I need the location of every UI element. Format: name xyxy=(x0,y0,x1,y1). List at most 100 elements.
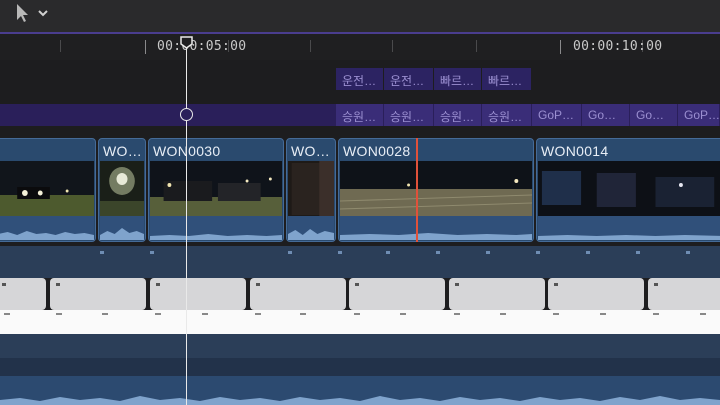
connected-clip[interactable]: Go… xyxy=(582,104,630,126)
title-clip-marker xyxy=(56,283,60,286)
connected-clip[interactable]: 승원… xyxy=(336,104,384,126)
caption-strip xyxy=(0,310,720,334)
marker xyxy=(536,251,540,254)
video-clip[interactable]: WON0030 xyxy=(148,138,284,242)
caption-mark xyxy=(4,313,10,315)
audio-track-lane[interactable] xyxy=(0,376,720,405)
connected-clip[interactable]: 운전… xyxy=(384,68,434,90)
caption-mark xyxy=(653,313,659,315)
caption-mark xyxy=(454,313,460,315)
lower-video-lane xyxy=(0,334,720,358)
ruler-tick xyxy=(560,40,561,54)
audio-waveform xyxy=(340,216,532,240)
title-clip[interactable] xyxy=(0,278,46,310)
marker xyxy=(586,251,590,254)
clip-thumbnail xyxy=(100,161,144,217)
connected-clip[interactable]: Go… xyxy=(630,104,678,126)
video-clip[interactable]: WO… xyxy=(98,138,146,242)
video-clip[interactable]: WON0014 xyxy=(536,138,720,242)
clip-thumbnail xyxy=(340,161,532,217)
caption-mark xyxy=(553,313,559,315)
title-clip[interactable] xyxy=(449,278,545,310)
marker xyxy=(288,251,292,254)
title-clip[interactable] xyxy=(349,278,445,310)
marker xyxy=(636,251,640,254)
connected-clip[interactable]: GoP… xyxy=(678,104,720,126)
clip-thumbnail xyxy=(0,161,94,217)
marker xyxy=(436,251,440,254)
title-clip-marker xyxy=(355,283,359,286)
title-clip[interactable] xyxy=(150,278,246,310)
video-clip[interactable] xyxy=(0,138,96,242)
caption-mark xyxy=(56,313,62,315)
caption-mark xyxy=(102,313,108,315)
connected-clip[interactable]: GoP… xyxy=(532,104,582,126)
clip-marker-lane xyxy=(0,246,720,258)
audio-waveform xyxy=(288,216,334,240)
ruler-tick xyxy=(60,40,61,52)
caption-mark xyxy=(400,313,406,315)
title-clip-marker xyxy=(256,283,260,286)
connected-clips-bottom-lane: 승원… 승원… 승원… 승원… GoP… Go… Go… GoP… xyxy=(0,104,720,126)
marker xyxy=(486,251,490,254)
primary-storyline: WO… WON0030 WO… xyxy=(0,138,720,242)
title-clip[interactable] xyxy=(648,278,720,310)
ruler-tick xyxy=(392,40,393,52)
title-clip-marker xyxy=(2,283,6,286)
clip-name: WON0014 xyxy=(541,143,609,159)
skimmer-line xyxy=(416,138,418,242)
clip-name: WO… xyxy=(291,143,331,159)
timeline-toolbar xyxy=(0,0,720,32)
caption-mark xyxy=(354,313,360,315)
connected-clips-top-lane: 운전… 운전… 빠르… 빠르… xyxy=(0,68,720,90)
audio-waveform xyxy=(0,396,720,405)
marker xyxy=(386,251,390,254)
video-clip[interactable]: WON0028 xyxy=(338,138,534,242)
caption-mark xyxy=(700,313,706,315)
ruler-tick xyxy=(145,40,146,54)
connected-clip[interactable]: 빠르… xyxy=(482,68,532,90)
playhead-line[interactable] xyxy=(186,40,187,405)
audio-waveform xyxy=(538,216,720,240)
title-clip[interactable] xyxy=(250,278,346,310)
marker xyxy=(686,251,690,254)
connected-clip[interactable]: 승원… xyxy=(482,104,532,126)
time-ruler[interactable]: 00:00:05:00 00:00:10:00 xyxy=(0,34,720,60)
timecode-label-5s: 00:00:05:00 xyxy=(157,39,247,54)
chevron-down-icon xyxy=(38,10,48,17)
title-clip-marker xyxy=(654,283,658,286)
audio-waveform xyxy=(0,216,94,240)
ruler-tick xyxy=(310,40,311,52)
connected-clip[interactable]: 빠르… xyxy=(434,68,482,90)
ruler-tick xyxy=(476,40,477,52)
title-clip-marker xyxy=(455,283,459,286)
title-clip[interactable] xyxy=(548,278,644,310)
clip-thumbnail xyxy=(150,161,282,217)
marker xyxy=(150,251,154,254)
video-clip[interactable]: WO… xyxy=(286,138,336,242)
audio-waveform xyxy=(100,216,144,240)
audio-waveform xyxy=(150,216,282,240)
title-clips-lane xyxy=(0,278,720,310)
title-clip-marker xyxy=(554,283,558,286)
caption-mark xyxy=(300,313,306,315)
title-clip-marker xyxy=(156,283,160,286)
clip-thumbnail xyxy=(538,161,720,217)
clip-name: WON0028 xyxy=(343,143,411,159)
connected-clip[interactable]: 운전… xyxy=(336,68,384,90)
connected-clip[interactable]: 승원… xyxy=(434,104,482,126)
arrow-pointer-icon xyxy=(17,4,28,22)
marker xyxy=(338,251,342,254)
title-lane-spacer xyxy=(0,258,720,278)
title-clip[interactable] xyxy=(50,278,146,310)
playhead-handle-icon[interactable] xyxy=(180,36,193,49)
connected-clip[interactable]: 승원… xyxy=(384,104,434,126)
lower-spacer-lane xyxy=(0,358,720,376)
clip-thumbnail xyxy=(288,161,334,217)
caption-mark xyxy=(155,313,161,315)
caption-mark xyxy=(202,313,208,315)
playhead-knob[interactable] xyxy=(180,108,193,121)
caption-mark xyxy=(500,313,506,315)
clip-name: WO… xyxy=(103,143,143,159)
tool-selector[interactable] xyxy=(14,2,54,24)
